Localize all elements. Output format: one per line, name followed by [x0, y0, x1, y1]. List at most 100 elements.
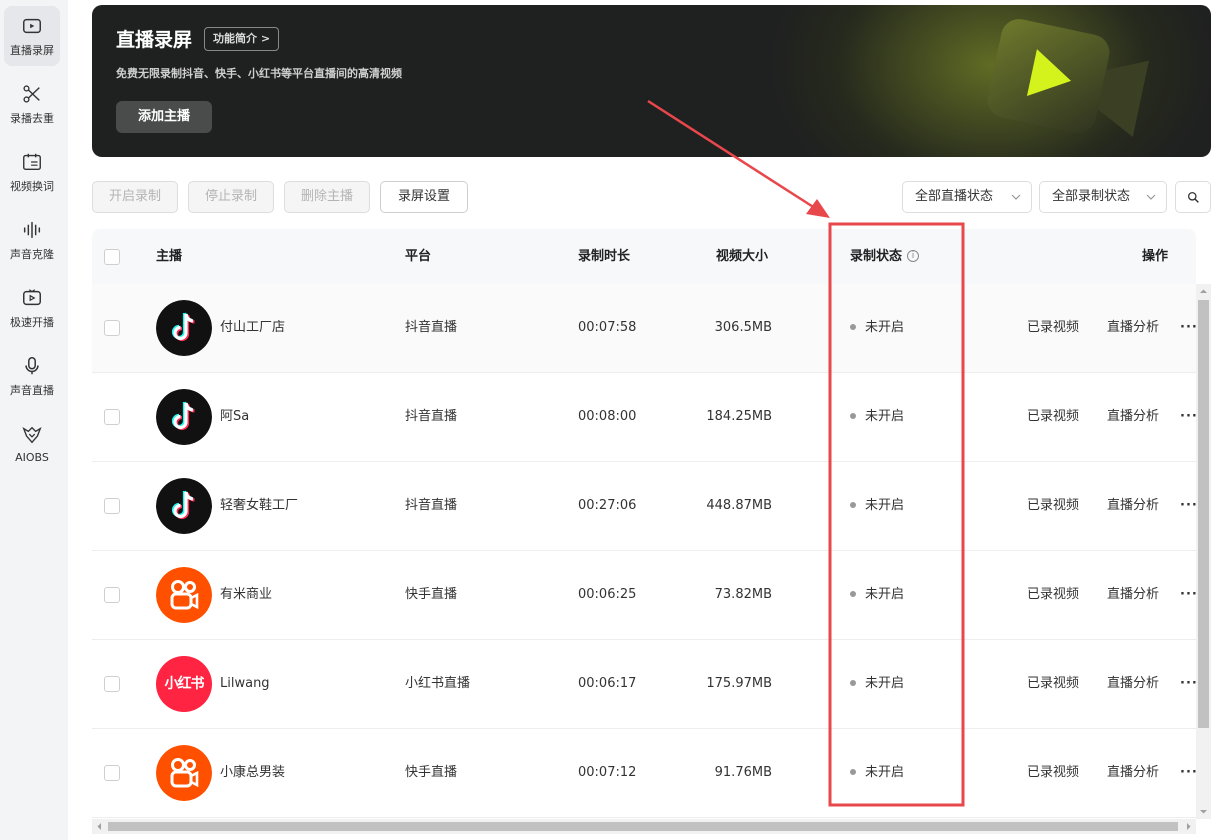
start-record-button[interactable]: 开启录制	[92, 181, 178, 213]
douyin-logo-icon	[156, 300, 212, 356]
live-status-select-value: 全部直播状态	[915, 189, 994, 204]
column-header-status-label: 录制状态	[850, 249, 903, 264]
platform-cell: 小红书直播	[405, 676, 471, 691]
table-row[interactable]: 有米商业 快手直播 00:06:25 73.82MB 未开启 已录视频直播分析 ···	[92, 551, 1196, 640]
more-actions-icon[interactable]: ···	[1180, 551, 1196, 639]
row-checkbox[interactable]	[104, 409, 120, 425]
host-name: 有米商业	[220, 587, 273, 602]
sidebar-item-quick-live[interactable]: 极速开播	[4, 278, 60, 338]
size-cell: 184.25MB	[706, 409, 772, 424]
sidebar-item-label: AIOBS	[15, 451, 49, 464]
row-checkbox[interactable]	[104, 765, 120, 781]
sidebar-item-voice-live[interactable]: 声音直播	[4, 346, 60, 406]
delete-host-button[interactable]: 删除主播	[284, 181, 370, 213]
horizontal-scrollbar[interactable]	[92, 819, 1196, 834]
sidebar-item-label: 视频换词	[10, 179, 54, 193]
scroll-left-icon[interactable]	[92, 819, 107, 834]
sidebar-item-label: 极速开播	[10, 315, 54, 329]
more-actions-icon[interactable]: ···	[1180, 640, 1196, 728]
live-analysis-link[interactable]: 直播分析	[1107, 284, 1159, 372]
sidebar-item-label: 直播录屏	[10, 43, 54, 57]
column-header-actions: 操作	[1142, 249, 1169, 264]
info-icon[interactable]: i	[907, 249, 920, 262]
table-row[interactable]: 付山工厂店 抖音直播 00:07:58 306.5MB 未开启 已录视频直播分析 ···	[92, 284, 1196, 373]
banner-subtitle: 免费无限录制抖音、快手、小红书等平台直播间的高清视频	[116, 67, 402, 80]
sidebar-item-word-swap[interactable]: 视频换词	[4, 142, 60, 202]
live-analysis-link[interactable]: 直播分析	[1107, 462, 1159, 550]
aiobs-logo-icon	[22, 426, 42, 444]
status-label: 未开启	[865, 765, 905, 780]
table-row[interactable]: 小红书 Lilwang 小红书直播 00:06:17 175.97MB 未开启 已录视频 直播…	[92, 640, 1196, 729]
feature-banner: 直播录屏 功能简介 > 免费无限录制抖音、快手、小红书等平台直播间的高清视频 添…	[92, 5, 1211, 157]
row-checkbox[interactable]	[104, 676, 120, 692]
recorded-videos-link[interactable]: 已录视频	[1027, 462, 1079, 550]
main-panel: 直播录屏 功能简介 > 免费无限录制抖音、快手、小红书等平台直播间的高清视频 添…	[68, 0, 1226, 840]
scroll-up-icon[interactable]	[1196, 284, 1211, 299]
add-host-button[interactable]: 添加主播	[116, 101, 212, 133]
select-all-checkbox[interactable]	[104, 249, 120, 265]
sidebar-item-aiobs[interactable]: AIOBS	[4, 414, 60, 474]
row-checkbox[interactable]	[104, 498, 120, 514]
vertical-scroll-thumb[interactable]	[1198, 300, 1209, 728]
live-analysis-link[interactable]: 直播分析	[1107, 640, 1159, 728]
stop-record-button[interactable]: 停止录制	[188, 181, 274, 213]
status-dot	[850, 679, 856, 686]
search-icon	[1187, 191, 1199, 203]
recorded-videos-link[interactable]: 已录视频	[1027, 729, 1079, 817]
hosts-table: 主播 平台 录制时长 视频大小 录制状态 i 操作 付山工厂店 抖音直播 00:07:…	[92, 229, 1196, 819]
tv-icon	[23, 18, 41, 33]
row-checkbox[interactable]	[104, 320, 120, 336]
scroll-right-icon[interactable]	[1181, 819, 1196, 834]
size-cell: 73.82MB	[714, 587, 772, 602]
status-dot	[850, 501, 856, 508]
vertical-scrollbar[interactable]	[1196, 284, 1211, 819]
column-header-duration: 录制时长	[578, 249, 631, 264]
size-cell: 91.76MB	[714, 765, 772, 780]
status-cell: 未开启	[850, 373, 904, 461]
size-cell: 306.5MB	[714, 320, 772, 335]
host-name: 付山工厂店	[220, 320, 286, 335]
sidebar-item-live-record[interactable]: 直播录屏	[4, 6, 60, 66]
scroll-down-icon[interactable]	[1196, 804, 1211, 819]
record-status-select-value: 全部录制状态	[1052, 189, 1131, 204]
column-header-platform: 平台	[405, 249, 432, 264]
more-actions-icon[interactable]: ···	[1180, 462, 1196, 550]
more-actions-icon[interactable]: ···	[1180, 729, 1196, 817]
recorded-videos-link[interactable]: 已录视频	[1027, 284, 1079, 372]
douyin-logo-icon	[156, 478, 212, 534]
record-settings-button[interactable]: 录屏设置	[380, 181, 468, 213]
feature-intro-button[interactable]: 功能简介 >	[204, 27, 280, 51]
status-cell: 未开启	[850, 551, 904, 639]
status-label: 未开启	[865, 587, 905, 602]
kuaishou-logo-icon	[156, 745, 212, 801]
table-row[interactable]: 阿Sa 抖音直播 00:08:00 184.25MB 未开启 已录视频直播分析 ···	[92, 373, 1196, 462]
sidebar-item-label: 声音直播	[10, 383, 54, 397]
recorded-videos-link[interactable]: 已录视频	[1027, 373, 1079, 461]
scissors-icon	[23, 84, 40, 103]
recorded-videos-link[interactable]: 已录视频	[1027, 551, 1079, 639]
more-actions-icon[interactable]: ···	[1180, 373, 1196, 461]
duration-cell: 00:07:58	[578, 320, 637, 335]
platform-cell: 快手直播	[405, 587, 458, 602]
record-status-select[interactable]: 全部录制状态	[1039, 181, 1167, 213]
live-analysis-link[interactable]: 直播分析	[1107, 729, 1159, 817]
row-checkbox[interactable]	[104, 587, 120, 603]
status-label: 未开启	[865, 409, 905, 424]
horizontal-scroll-thumb[interactable]	[108, 822, 1178, 831]
search-button[interactable]	[1175, 181, 1211, 213]
duration-cell: 00:07:12	[578, 765, 637, 780]
sidebar-item-dedupe[interactable]: 录播去重	[4, 74, 60, 134]
play-screen-icon	[23, 288, 41, 305]
status-dot	[850, 412, 856, 419]
table-row[interactable]: 轻奢女鞋工厂 抖音直播 00:27:06 448.87MB 未开启 已录视频直播分析 ···	[92, 462, 1196, 551]
live-status-select[interactable]: 全部直播状态	[902, 181, 1032, 213]
more-actions-icon[interactable]: ···	[1180, 284, 1196, 372]
recorded-videos-link[interactable]: 已录视频	[1027, 640, 1079, 728]
live-analysis-link[interactable]: 直播分析	[1107, 551, 1159, 639]
status-dot	[850, 323, 856, 330]
table-row[interactable]: 小康总男装 快手直播 00:07:12 91.76MB 未开启 已录视频直播分析 ···	[92, 729, 1196, 818]
status-cell: 未开启	[850, 729, 904, 817]
live-analysis-link[interactable]: 直播分析	[1107, 373, 1159, 461]
platform-cell: 抖音直播	[405, 498, 458, 513]
sidebar-item-voice-clone[interactable]: 声音克隆	[4, 210, 60, 270]
